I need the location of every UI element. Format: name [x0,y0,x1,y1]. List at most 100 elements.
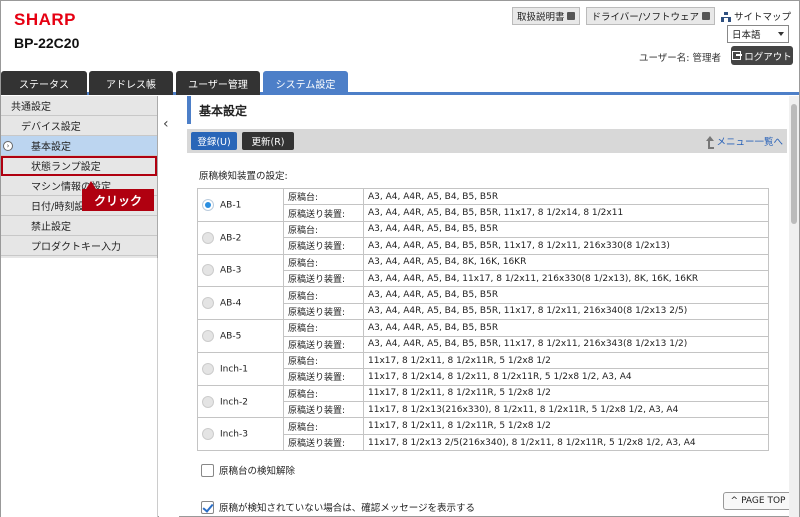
scrollbar[interactable] [789,96,799,517]
platen-sizes: 11x17, 8 1/2x11, 8 1/2x11R, 5 1/2x8 1/2 [363,417,769,435]
manual-link[interactable]: 取扱説明書 [511,7,581,25]
feeder-label: 原稿送り装置: [283,237,364,255]
click-callout: クリック [82,181,154,211]
feeder-sizes: A3, A4, A4R, A5, B4, B5, B5R, 11x17, 8 1… [363,204,769,222]
confirm-message-checkbox[interactable] [201,500,214,514]
feeder-sizes: A3, A4, A4R, A5, B4, B5, B5R, 11x17, 8 1… [363,335,769,353]
chevron-left-icon[interactable]: ‹ [163,116,169,132]
update-button[interactable]: 更新(R) [242,132,294,150]
confirm-message-option[interactable]: 原稿が検知されていない場合は、確認メッセージを表示する [201,500,475,514]
platen-sizes: 11x17, 8 1/2x11, 8 1/2x11R, 5 1/2x8 1/2 [363,351,769,370]
detector-option[interactable]: Inch-2 [197,384,284,419]
detector-radio[interactable] [202,264,214,277]
chevron-down-icon [778,32,784,36]
driver-link[interactable]: ドライバー/ソフトウェア [586,7,715,25]
feeder-label: 原稿送り装置: [283,335,364,353]
tab-status[interactable]: ステータス [1,71,87,95]
register-button[interactable]: 登録(U) [191,132,237,150]
detector-radio[interactable] [202,362,214,375]
user-name: ユーザー名: 管理者 [638,53,721,64]
sitemap-label: サイトマップ [733,12,791,23]
platen-sizes: A3, A4, A4R, A5, B4, 8K, 16K, 16KR [363,253,769,271]
confirm-message-label: 原稿が検知されていない場合は、確認メッセージを表示する [219,503,476,514]
menu-list-link[interactable]: メニュー一覧へ [703,134,783,149]
disable-detection-label: 原稿台の検知解除 [219,466,296,477]
header: SHARP BP-22C20 取扱説明書 ドライバー/ソフトウェア サイトマップ… [1,1,799,71]
platen-label: 原稿台: [283,187,364,206]
language-select[interactable]: 日本語 [727,25,789,43]
sidebar: 共通設定 デバイス設定 › 基本設定 状態ランプ設定 マシン情報の設定 日付/時刻… [1,96,158,258]
feeder-label: 原稿送り装置: [283,269,364,288]
toolbar: 登録(U) 更新(R) メニュー一覧へ [187,129,787,153]
detector-option[interactable]: AB-4 [197,286,284,321]
table-row: 原稿送り装置: A3, A4, A4R, A5, B4, B5, B5R, 11x… [198,204,769,222]
detector-table: AB-1 原稿台: A3, A4, A4R, A5, B4, B5, B5R 原稿送り… [197,187,769,452]
sidebar-background [1,258,158,517]
platen-label: 原稿台: [283,319,364,337]
logout-label: ログアウト [744,51,792,63]
detector-name: AB-4 [220,298,242,309]
disable-detection-checkbox[interactable] [201,463,214,477]
detector-name: Inch-2 [220,397,248,408]
sidebar-item-basic-settings[interactable]: › 基本設定 [1,136,157,156]
logout-button[interactable]: ログアウト [731,46,793,65]
feeder-sizes: 11x17, 8 1/2x14, 8 1/2x11, 8 1/2x11R, 5 … [363,368,769,386]
tab-address-book[interactable]: アドレス帳 [89,71,173,95]
table-row: 原稿送り装置: A3, A4, A4R, A5, B4, B5, B5R, 11x… [198,335,769,353]
detector-option[interactable]: AB-5 [197,319,284,353]
sidebar-item-prohibit[interactable]: 禁止設定 [1,216,157,236]
detector-radio[interactable] [202,297,214,310]
table-row: Inch-3 原稿台: 11x17, 8 1/2x11, 8 1/2x11R, 5 … [197,417,769,452]
detector-radio[interactable] [202,231,214,244]
chevron-up-icon: ^ [730,496,739,506]
platen-sizes: A3, A4, A4R, A5, B4, B5, B5R [363,286,769,304]
table-row: AB-2 原稿台: A3, A4, A4R, A5, B4, B5, B5R [197,220,769,255]
feeder-sizes: 11x17, 8 1/2x13(216x330), 8 1/2x11, 8 1/… [363,401,769,419]
table-row: 原稿送り装置: 11x17, 8 1/2x14, 8 1/2x11, 8 1/2x… [198,368,769,386]
platen-sizes: 11x17, 8 1/2x11, 8 1/2x11R, 5 1/2x8 1/2 [363,384,769,403]
feeder-sizes: A3, A4, A4R, A5, B4, 11x17, 8 1/2x11, 21… [363,269,769,288]
driver-link-label: ドライバー/ソフトウェア [591,12,699,23]
tab-user-management[interactable]: ユーザー管理 [176,71,260,95]
table-row: 原稿送り装置: 11x17, 8 1/2x13 2/5(216x340), 8 1… [198,433,769,452]
sidebar-item-device-settings[interactable]: デバイス設定 [1,116,157,136]
disable-detection-option[interactable]: 原稿台の検知解除 [201,463,295,477]
external-link-icon [567,12,576,20]
sitemap-icon [720,11,731,22]
sidebar-item-label: 基本設定 [31,142,71,153]
feeder-label: 原稿送り装置: [283,368,364,386]
table-row: AB-5 原稿台: A3, A4, A4R, A5, B4, B5, B5R [197,319,769,353]
detector-option[interactable]: AB-1 [197,188,284,222]
model-name: BP-22C20 [14,35,80,51]
language-value: 日本語 [732,30,761,41]
platen-sizes: A3, A4, A4R, A5, B4, B5, B5R [363,187,769,206]
detector-radio[interactable] [202,330,214,343]
sidebar-collapse-area: ‹ [159,96,179,517]
platen-label: 原稿台: [283,220,364,239]
detector-name: AB-2 [220,233,242,244]
table-row: AB-3 原稿台: A3, A4, A4R, A5, B4, 8K, 16K, 16… [197,253,769,288]
page-top-button[interactable]: ^ PAGE TOP [723,492,793,510]
sidebar-item-status-lamp[interactable]: 状態ランプ設定 [1,156,157,176]
detector-radio[interactable] [202,395,214,408]
detector-option[interactable]: AB-2 [197,220,284,255]
sidebar-item-product-key[interactable]: プロダクトキー入力 [1,236,157,256]
platen-label: 原稿台: [283,253,364,271]
sitemap-link[interactable]: サイトマップ [720,9,791,23]
feeder-label: 原稿送り装置: [283,433,364,452]
logout-icon [732,51,743,60]
detector-option[interactable]: AB-3 [197,253,284,288]
scroll-thumb[interactable] [791,104,797,224]
detector-option[interactable]: Inch-3 [197,417,284,452]
detector-option[interactable]: Inch-1 [197,351,284,386]
sidebar-item-common-settings[interactable]: 共通設定 [1,96,157,116]
brand-logo: SHARP [14,10,77,29]
platen-label: 原稿台: [283,384,364,403]
detector-name: Inch-3 [220,429,248,440]
top-links: 取扱説明書 ドライバー/ソフトウェア サイトマップ [511,7,791,25]
detector-name: AB-5 [220,331,242,342]
external-link-icon [701,12,710,20]
detector-radio[interactable] [202,428,214,441]
detector-radio[interactable] [202,198,214,211]
tab-system-settings[interactable]: システム設定 [263,71,348,95]
